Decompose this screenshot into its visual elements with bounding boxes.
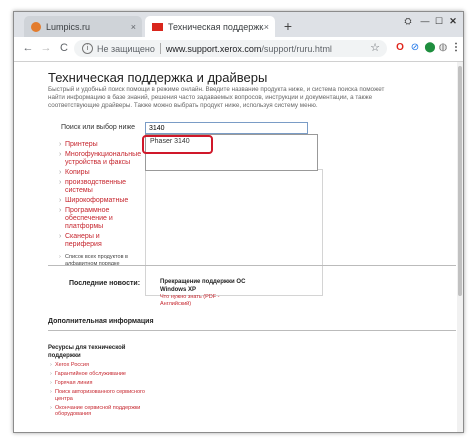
address-bar[interactable]: i Не защищено www.support.xerox.com/supp…	[74, 40, 387, 57]
forward-button[interactable]: →	[39, 41, 53, 55]
search-label: Поиск или выбор ниже	[61, 124, 136, 131]
url-domain: www.support.xerox.com	[165, 43, 262, 54]
url-text[interactable]: www.support.xerox.com/support/ruru.html	[166, 44, 332, 54]
red-highlight-annotation	[142, 135, 213, 154]
close-window-button[interactable]: ✕	[446, 15, 460, 27]
product-selector-panel	[145, 169, 323, 296]
category-link-printers[interactable]: Принтеры	[59, 141, 137, 149]
xerox-favicon-icon	[152, 22, 163, 31]
news-link[interactable]: Что нужно знать (PDF - Английский)	[160, 294, 250, 308]
close-tab-icon[interactable]: ×	[264, 22, 269, 32]
globe-extension-icon[interactable]: ◍	[437, 42, 449, 54]
adblock-extension-icon[interactable]: ⊘	[409, 42, 421, 54]
info-icon[interactable]: i	[82, 43, 93, 54]
browser-window: Lumpics.ru × Техническая поддержка и дра…	[13, 11, 464, 433]
new-tab-button[interactable]: +	[279, 18, 297, 34]
page-title: Техническая поддержка и драйверы	[48, 70, 268, 85]
tab-title: Техническая поддержка и драйве	[168, 21, 264, 32]
security-status: Не защищено	[97, 43, 155, 54]
back-button[interactable]: ←	[21, 41, 35, 55]
address-bar-row: ← → C i Не защищено www.support.xerox.co…	[14, 37, 463, 62]
reload-button[interactable]: C	[57, 41, 71, 55]
tab-xerox-support[interactable]: Техническая поддержка и драйве ×	[145, 16, 275, 37]
intro-text: Быстрый и удобный поиск помощи в режиме …	[48, 86, 385, 109]
green-extension-icon[interactable]: ⬤	[424, 42, 436, 54]
category-link-wide-format[interactable]: Широкоформатные	[59, 197, 137, 205]
category-list: Принтеры Многофункциональные устройства …	[59, 141, 141, 267]
vertical-scrollbar[interactable]	[457, 62, 463, 432]
tab-bar: Lumpics.ru × Техническая поддержка и дра…	[14, 12, 463, 37]
opera-extension-icon[interactable]: O	[394, 42, 406, 54]
resources-title: Ресурсы для технической поддержки	[48, 345, 126, 359]
browser-menu-icon[interactable]: ⋮	[450, 42, 462, 54]
divider	[159, 43, 161, 54]
more-info-title: Дополнительная информация	[48, 318, 154, 325]
minimize-button[interactable]: —	[418, 15, 432, 27]
product-search-input[interactable]	[145, 122, 308, 134]
resource-link[interactable]: Xerox Россия	[50, 362, 150, 369]
scrollbar-thumb[interactable]	[458, 66, 462, 296]
divider	[48, 265, 456, 266]
category-link-copiers[interactable]: Копиры	[59, 169, 137, 177]
tab-title: Lumpics.ru	[46, 21, 91, 32]
category-link-mfp[interactable]: Многофункциональные устройства и факсы	[59, 151, 141, 167]
profile-icon[interactable]: ⛭	[401, 15, 415, 27]
maximize-button[interactable]: ☐	[432, 15, 446, 27]
close-tab-icon[interactable]: ×	[131, 22, 136, 32]
news-title: Прекращение поддержки ОС Windows XP	[160, 279, 246, 293]
bookmark-star-icon[interactable]: ☆	[370, 41, 380, 54]
tab-lumpics[interactable]: Lumpics.ru ×	[24, 16, 142, 37]
lumpics-favicon-icon	[31, 21, 41, 32]
category-link-scanners[interactable]: Сканеры и периферия	[59, 233, 137, 249]
resource-link[interactable]: Горячая линия	[50, 380, 150, 387]
resources-list: Xerox Россия Гарантийное обслуживание Го…	[50, 362, 150, 420]
resource-link[interactable]: Поиск авторизованного сервисного центра	[50, 389, 150, 402]
category-link-software[interactable]: Программное обеспечение и платформы	[59, 207, 137, 231]
resource-link[interactable]: Окончание сервисной поддержки оборудован…	[50, 405, 150, 418]
news-label: Последние новости:	[69, 280, 141, 287]
page-content: Техническая поддержка и драйверы Быстрый…	[14, 62, 463, 432]
resource-link[interactable]: Гарантийное обслуживание	[50, 371, 150, 378]
divider	[48, 330, 456, 331]
url-path: /support/ruru.html	[261, 43, 332, 54]
category-link-production[interactable]: производственные системы	[59, 179, 137, 195]
